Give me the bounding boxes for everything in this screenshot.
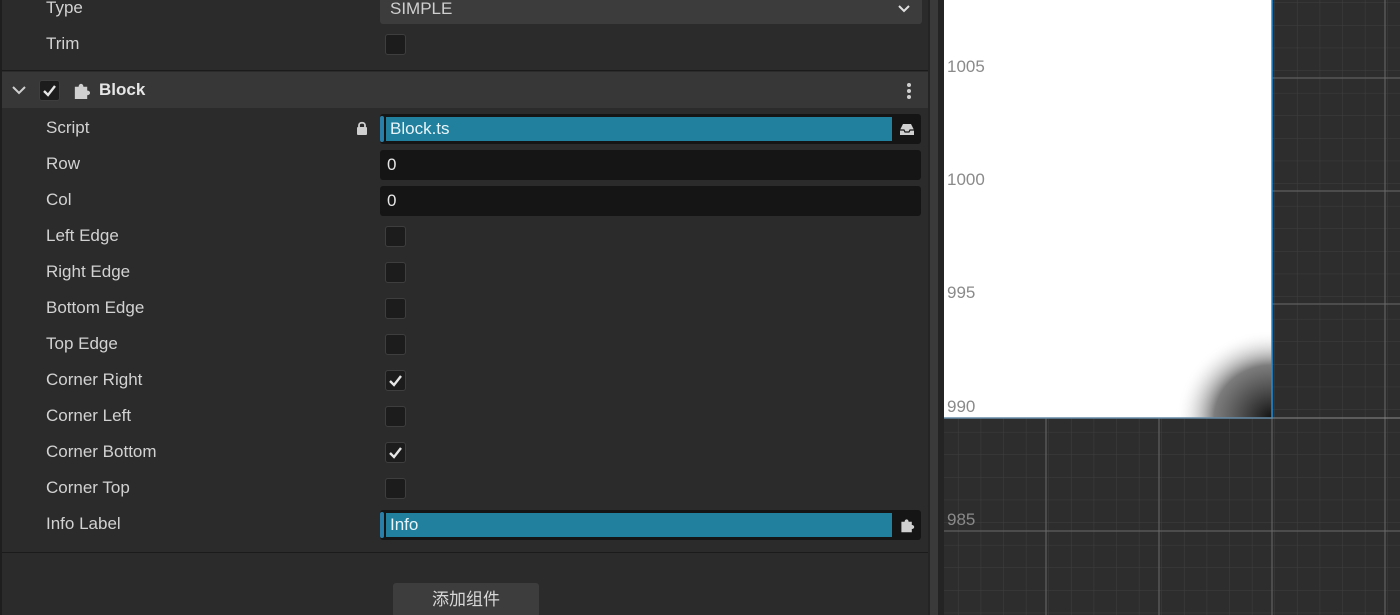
- row-input[interactable]: 0: [380, 150, 921, 180]
- check-label: Corner Top: [46, 478, 130, 497]
- check-label: Corner Bottom: [46, 442, 157, 461]
- inspector-panel: Type SIMPLE Trim Block Script Block.ts R…: [0, 0, 928, 615]
- trim-label: Trim: [46, 34, 80, 53]
- check-icon: [43, 85, 56, 97]
- trim-checkbox[interactable]: [385, 34, 406, 55]
- top-edge-row: Top Edge: [2, 326, 928, 362]
- check-label: Left Edge: [46, 226, 119, 245]
- info-label-value: Info: [390, 515, 419, 534]
- ruler-label: 990: [947, 397, 976, 416]
- trim-row: Trim: [2, 26, 928, 62]
- ruler-label: 985: [947, 510, 976, 529]
- section-divider: [2, 70, 928, 71]
- corner-right-row: Corner Right: [2, 362, 928, 398]
- check-label: Top Edge: [46, 334, 118, 353]
- type-select[interactable]: SIMPLE: [380, 0, 922, 24]
- type-select-value: SIMPLE: [390, 0, 453, 18]
- lock-icon: [357, 121, 367, 135]
- top-edge-checkbox[interactable]: [385, 334, 406, 355]
- check-label: Corner Right: [46, 370, 143, 389]
- right-edge-row: Right Edge: [2, 254, 928, 290]
- ruler-label: 1000: [947, 170, 985, 189]
- col-field-row: Col 0: [2, 182, 928, 218]
- panel-splitter[interactable]: [928, 0, 944, 615]
- check-label: Bottom Edge: [46, 298, 145, 317]
- puzzle-icon[interactable]: [899, 517, 915, 533]
- left-edge-checkbox[interactable]: [385, 226, 406, 247]
- info-label-field[interactable]: Info: [380, 510, 921, 540]
- block-component-header[interactable]: Block: [2, 72, 928, 108]
- bottom-edge-row: Bottom Edge: [2, 290, 928, 326]
- corner-left-row: Corner Left: [2, 398, 928, 434]
- chevron-down-icon: [898, 5, 910, 13]
- col-input[interactable]: 0: [380, 186, 921, 216]
- ruler-label: 995: [947, 283, 976, 302]
- type-label: Type: [46, 0, 83, 17]
- bottom-edge-checkbox[interactable]: [385, 298, 406, 319]
- corner-top-checkbox[interactable]: [385, 478, 406, 499]
- script-asset-value: Block.ts: [390, 119, 450, 138]
- field-label: Col: [46, 190, 72, 209]
- corner-left-checkbox[interactable]: [385, 406, 406, 427]
- check-icon: [389, 447, 402, 459]
- script-row: Script Block.ts: [2, 110, 928, 146]
- script-asset-field[interactable]: Block.ts: [380, 114, 921, 144]
- corner-bottom-row: Corner Bottom: [2, 434, 928, 470]
- field-label: Row: [46, 154, 81, 173]
- corner-right-checkbox[interactable]: [385, 370, 406, 391]
- left-edge-row: Left Edge: [2, 218, 928, 254]
- scene-grid: [944, 0, 1400, 615]
- right-edge-checkbox[interactable]: [385, 262, 406, 283]
- scene-view[interactable]: 1005 1000 995 990 985: [944, 0, 1400, 615]
- section-divider: [2, 552, 928, 553]
- script-label: Script: [46, 118, 90, 137]
- corner-top-row: Corner Top: [2, 470, 928, 506]
- type-row: Type SIMPLE: [2, 0, 928, 26]
- check-label: Corner Left: [46, 406, 132, 425]
- component-enabled-checkbox[interactable]: [39, 80, 60, 101]
- asset-browse-icon[interactable]: [899, 121, 915, 137]
- ruler-label: 1005: [947, 57, 985, 76]
- add-component-button[interactable]: 添加组件: [393, 583, 539, 615]
- puzzle-icon: [74, 83, 91, 100]
- check-label: Right Edge: [46, 262, 131, 281]
- more-options-icon[interactable]: [906, 82, 912, 100]
- check-icon: [389, 375, 402, 387]
- info-label-row: Info Label Info: [2, 506, 928, 542]
- scrollbar-track[interactable]: [930, 0, 938, 615]
- collapse-chevron-icon[interactable]: [12, 85, 26, 95]
- corner-bottom-checkbox[interactable]: [385, 442, 406, 463]
- info-label: Info Label: [46, 514, 121, 533]
- row-field-row: Row 0: [2, 146, 928, 182]
- component-title: Block: [99, 80, 146, 99]
